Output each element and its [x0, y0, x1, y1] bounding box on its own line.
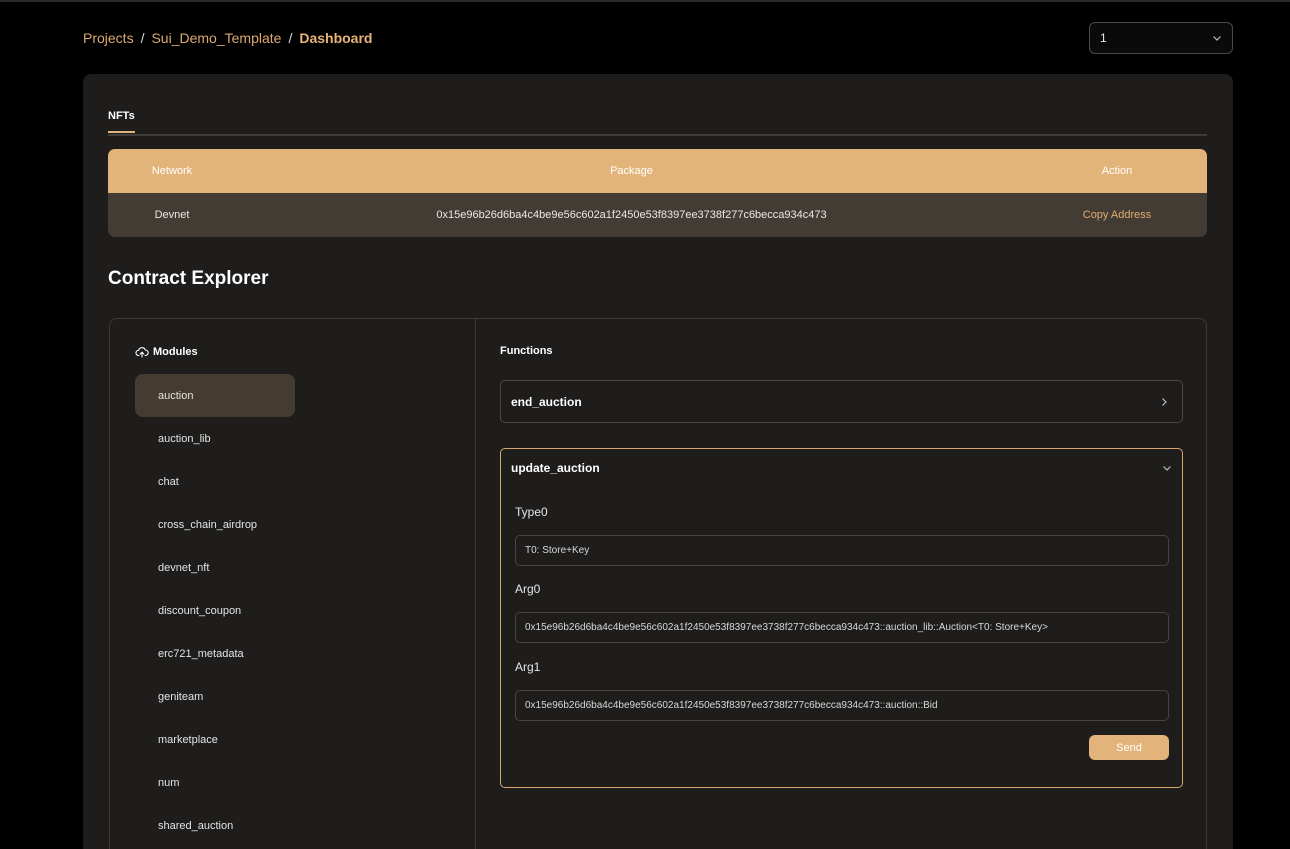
module-item-chat[interactable]: chat — [135, 460, 295, 503]
arg0-label: Arg0 — [515, 582, 541, 596]
module-item-devnet-nft[interactable]: devnet_nft — [135, 546, 295, 589]
panel-divider — [475, 319, 476, 849]
module-item-marketplace[interactable]: marketplace — [135, 719, 295, 762]
module-item-auction[interactable]: auction — [135, 374, 295, 418]
breadcrumb-separator: / — [288, 30, 293, 46]
table-row: Devnet 0x15e96b26d6ba4c4be9e56c602a1f245… — [108, 193, 1207, 237]
breadcrumb-separator: / — [140, 30, 145, 46]
modules-label: Modules — [153, 346, 198, 358]
breadcrumb-project[interactable]: Sui_Demo_Template — [151, 30, 281, 46]
table-header: Network Package Action — [108, 149, 1207, 193]
breadcrumb-current: Dashboard — [299, 30, 373, 46]
function-update-auction: update_auction Type0 T0: Store+Key Arg0 … — [500, 448, 1183, 788]
version-select-value: 1 — [1100, 31, 1107, 45]
module-item-auction-lib[interactable]: auction_lib — [135, 417, 295, 460]
arg1-label: Arg1 — [515, 660, 541, 674]
contract-explorer: Modules auction auction_lib chat cross_c… — [109, 318, 1207, 849]
type0-label: Type0 — [515, 505, 548, 519]
header-package: Package — [610, 165, 653, 177]
module-item-discount-coupon[interactable]: discount_coupon — [135, 589, 295, 632]
module-item-shared-auction[interactable]: shared_auction — [135, 805, 295, 848]
type0-input[interactable]: T0: Store+Key — [515, 535, 1169, 566]
copy-address-link[interactable]: Copy Address — [1027, 209, 1207, 221]
module-list: auction auction_lib chat cross_chain_air… — [135, 374, 295, 848]
dashboard-card: NFTs Network Package Action Devnet 0x15e… — [83, 74, 1233, 849]
chevron-down-icon — [1213, 36, 1221, 41]
version-select[interactable]: 1 — [1089, 22, 1233, 54]
send-button[interactable]: Send — [1089, 735, 1169, 760]
cell-network: Devnet — [154, 209, 190, 221]
functions-heading: Functions — [500, 345, 553, 357]
module-item-num[interactable]: num — [135, 762, 295, 805]
breadcrumb: Projects / Sui_Demo_Template / Dashboard — [83, 30, 372, 46]
arg1-input[interactable]: 0x15e96b26d6ba4c4be9e56c602a1f2450e53f83… — [515, 690, 1169, 721]
tab-bar: NFTs — [108, 110, 1207, 136]
cloud-upload-icon — [135, 347, 149, 358]
breadcrumb-projects[interactable]: Projects — [83, 30, 134, 46]
tab-nfts[interactable]: NFTs — [108, 110, 135, 133]
section-title: Contract Explorer — [108, 268, 269, 289]
module-item-cross-chain-airdrop[interactable]: cross_chain_airdrop — [135, 503, 295, 546]
arg0-input[interactable]: 0x15e96b26d6ba4c4be9e56c602a1f2450e53f83… — [515, 612, 1169, 643]
chevron-right-icon — [1162, 397, 1167, 406]
function-end-auction[interactable]: end_auction — [500, 380, 1183, 423]
module-item-erc721-metadata[interactable]: erc721_metadata — [135, 633, 295, 676]
chevron-down-icon — [1163, 466, 1171, 471]
function-name: end_auction — [511, 394, 582, 409]
function-name: update_auction — [511, 461, 600, 475]
header-action: Action — [1101, 165, 1133, 177]
function-header[interactable]: update_auction — [511, 461, 1173, 475]
top-border — [0, 0, 1290, 2]
modules-heading: Modules — [135, 345, 198, 359]
cell-package: 0x15e96b26d6ba4c4be9e56c602a1f2450e53f83… — [436, 209, 827, 221]
package-table: Network Package Action Devnet 0x15e96b26… — [108, 149, 1207, 237]
header-network: Network — [151, 165, 193, 177]
module-item-geniteam[interactable]: geniteam — [135, 676, 295, 719]
